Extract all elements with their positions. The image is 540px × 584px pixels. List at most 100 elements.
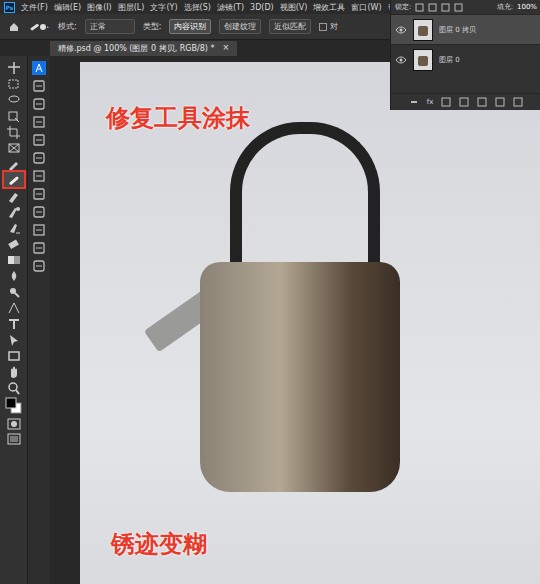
mask-icon[interactable] [441,97,451,107]
lock-option-icon[interactable] [428,3,437,12]
home-icon[interactable] [8,21,20,33]
layer-row[interactable]: 图层 0 拷贝 [391,14,540,44]
menu-item[interactable]: 增效工具 [313,2,345,13]
tool-icon [6,285,22,299]
panel-icon[interactable] [31,114,47,130]
close-button[interactable]: × [222,43,229,54]
tool-button[interactable] [4,204,24,219]
tool-button[interactable] [4,220,24,235]
eye-icon[interactable] [395,55,407,65]
tool-icon [6,205,22,219]
tool-button[interactable] [4,108,24,123]
tool-button[interactable] [4,252,24,267]
panel-icon[interactable] [31,78,47,94]
panel-icon[interactable] [31,132,47,148]
layers-footer: fx [391,93,540,110]
panel-icon[interactable] [31,258,47,274]
annotation: 锈迹变糊 [111,528,207,560]
align-checkbox[interactable] [319,23,327,31]
tool-icon [6,349,22,363]
align-option[interactable]: 对 [319,21,338,32]
panel-icon[interactable] [31,240,47,256]
lock-option-icon[interactable] [441,3,450,12]
quick-mask-icon[interactable] [6,417,22,431]
lock-option-icon[interactable] [415,3,424,12]
tool-icon [6,253,22,267]
menu-item[interactable]: 视图(V) [280,2,308,13]
menu-item[interactable]: 图像(I) [87,2,112,13]
healing-brush-icon[interactable] [28,21,50,33]
document-tab[interactable]: 精修.psd @ 100% (图层 0 拷贝, RGB/8) *× [50,41,237,56]
tool-button[interactable] [4,236,24,251]
document-image[interactable]: 修复工具涂抹锈迹变糊 [80,62,540,584]
tool-button[interactable] [4,92,24,107]
menu-item[interactable]: 滤镜(T) [217,2,244,13]
menu-item[interactable]: 3D(D) [250,3,274,12]
tool-icon [6,93,22,107]
menu-item[interactable]: 编辑(E) [54,2,81,13]
new-layer-icon[interactable] [495,97,505,107]
group-icon[interactable] [477,97,487,107]
align-label: 对 [330,21,338,32]
panel-strip [28,56,50,584]
tool-button[interactable] [4,124,24,139]
panel-icon[interactable] [31,96,47,112]
tool-icon [6,109,22,123]
tool-icon [6,301,22,315]
fill-value[interactable]: 100% [517,3,537,11]
tool-button[interactable] [4,172,24,187]
tool-icon [6,173,22,187]
tool-icon [6,237,22,251]
tool-icon [6,125,22,139]
panel-icon[interactable] [31,60,47,76]
tool-button[interactable] [4,60,24,75]
lock-option-icon[interactable] [454,3,463,12]
panel-icon[interactable] [31,168,47,184]
tool-button[interactable] [4,332,24,347]
menu-item[interactable]: 图层(L) [118,2,145,13]
layers-panel: 锁定:填充:100%图层 0 拷贝图层 0fx [390,0,540,110]
panel-icon[interactable] [31,222,47,238]
panel-icon[interactable] [31,204,47,220]
tool-button[interactable] [4,76,24,91]
tool-icon [6,221,22,235]
tool-button[interactable] [4,140,24,155]
tool-button[interactable] [4,268,24,283]
mode-select[interactable]: 正常 [85,19,135,34]
type-option[interactable]: 近似匹配 [269,19,311,34]
layer-row[interactable]: 图层 0 [391,44,540,74]
tool-button[interactable] [4,364,24,379]
link-icon[interactable] [409,97,419,107]
panel-icon[interactable] [31,150,47,166]
tool-button[interactable] [4,188,24,203]
menu-item[interactable]: 文件(F) [21,2,48,13]
tool-button[interactable] [4,156,24,171]
tool-icon [6,269,22,283]
layer-name[interactable]: 图层 0 [439,55,460,65]
tool-button[interactable] [4,300,24,315]
menu-item[interactable]: 选择(S) [184,2,211,13]
tool-icon [6,333,22,347]
screen-mode-icon[interactable] [6,432,22,446]
type-option[interactable]: 内容识别 [169,19,211,34]
adjustment-icon[interactable] [459,97,469,107]
tool-button[interactable] [4,380,24,395]
menu-item[interactable]: 窗口(W) [351,2,381,13]
type-option[interactable]: 创建纹理 [219,19,261,34]
layer-thumbnail [413,49,433,71]
canvas-area: 修复工具涂抹锈迹变糊 [50,56,540,584]
tool-button[interactable] [4,284,24,299]
eye-icon[interactable] [395,25,407,35]
layer-name[interactable]: 图层 0 拷贝 [439,25,476,35]
menu-item[interactable]: 文字(Y) [150,2,177,13]
tool-icon [6,381,22,395]
fx-button[interactable]: fx [427,98,434,106]
fill-label: 填充: [497,2,513,12]
tool-icon [6,365,22,379]
tool-button[interactable] [4,348,24,363]
app-logo[interactable]: Ps [4,2,15,13]
tool-button[interactable] [4,316,24,331]
delete-icon[interactable] [513,97,523,107]
panel-icon[interactable] [31,186,47,202]
color-swatch-icon[interactable] [4,396,24,416]
